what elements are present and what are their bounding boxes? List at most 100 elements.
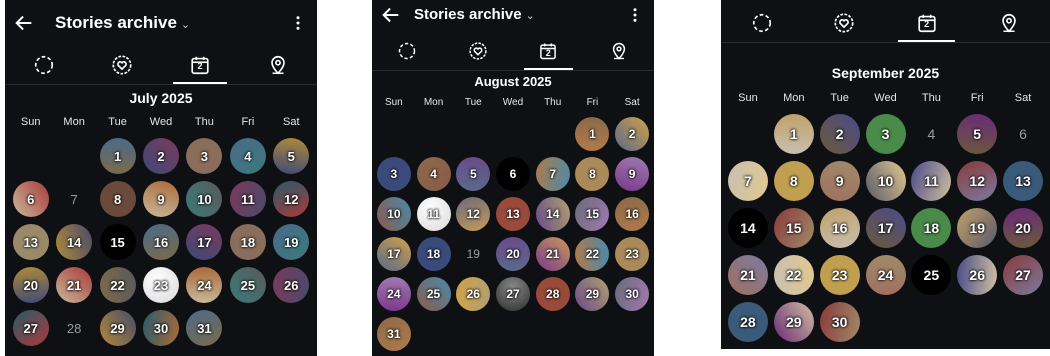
story-day[interactable]: 5 xyxy=(273,138,310,174)
story-day[interactable]: 8 xyxy=(773,161,814,201)
story-day[interactable]: 19 xyxy=(957,208,998,248)
story-day[interactable]: 25 xyxy=(416,277,451,311)
story-day[interactable]: 13 xyxy=(12,224,49,260)
story-day[interactable]: 6 xyxy=(12,181,49,217)
story-day[interactable]: 9 xyxy=(143,181,179,217)
story-day[interactable]: 26 xyxy=(273,267,310,303)
story-day[interactable]: 12 xyxy=(456,197,491,231)
story-day[interactable]: 1 xyxy=(773,114,814,154)
story-day[interactable]: 1 xyxy=(99,138,136,174)
back-button[interactable] xyxy=(380,4,402,32)
story-day[interactable]: 1 xyxy=(575,117,610,151)
tab-location-pin[interactable] xyxy=(968,4,1050,42)
story-day[interactable]: 5 xyxy=(957,114,998,154)
story-day[interactable]: 16 xyxy=(143,224,179,260)
story-day[interactable]: 20 xyxy=(1003,208,1044,248)
story-day[interactable]: 11 xyxy=(229,181,266,217)
story-day[interactable]: 23 xyxy=(819,255,860,295)
tab-location-pin[interactable] xyxy=(584,32,655,70)
tab-loading-circle[interactable] xyxy=(721,4,803,42)
page-title[interactable]: Stories archive ⌄ xyxy=(414,6,535,23)
more-options-button[interactable] xyxy=(626,6,644,29)
story-day[interactable]: 12 xyxy=(957,161,998,201)
story-day[interactable]: 27 xyxy=(496,277,530,311)
story-day[interactable]: 4 xyxy=(416,157,451,191)
story-day[interactable]: 18 xyxy=(416,237,451,271)
story-day[interactable]: 12 xyxy=(273,181,310,217)
story-day[interactable]: 28 xyxy=(727,302,768,342)
story-day[interactable]: 27 xyxy=(1003,255,1044,295)
story-day[interactable]: 26 xyxy=(957,255,998,295)
story-day[interactable]: 15 xyxy=(575,197,610,231)
story-day[interactable]: 2 xyxy=(615,117,650,151)
story-day[interactable]: 8 xyxy=(575,157,610,191)
story-day[interactable]: 4 xyxy=(229,138,266,174)
tab-calendar[interactable]: 2 xyxy=(886,4,968,42)
story-day[interactable]: 21 xyxy=(535,237,570,271)
story-day[interactable]: 24 xyxy=(865,255,906,295)
story-day[interactable]: 7 xyxy=(727,161,768,201)
story-day[interactable]: 10 xyxy=(865,161,906,201)
back-button[interactable] xyxy=(13,12,35,40)
page-title[interactable]: Stories archive ⌄ xyxy=(55,13,190,33)
story-day[interactable]: 29 xyxy=(99,310,136,346)
story-day[interactable]: 18 xyxy=(911,208,952,248)
story-day[interactable]: 24 xyxy=(376,277,411,311)
story-day[interactable]: 23 xyxy=(143,267,179,303)
story-day[interactable]: 31 xyxy=(376,317,411,351)
story-day[interactable]: 29 xyxy=(773,302,814,342)
story-day[interactable]: 24 xyxy=(186,267,223,303)
story-day[interactable]: 19 xyxy=(273,224,310,260)
story-day[interactable]: 21 xyxy=(56,267,93,303)
story-day[interactable]: 11 xyxy=(911,161,952,201)
story-day[interactable]: 25 xyxy=(229,267,266,303)
story-day[interactable]: 16 xyxy=(615,197,650,231)
story-day[interactable]: 10 xyxy=(376,197,411,231)
story-day[interactable]: 21 xyxy=(727,255,768,295)
story-day[interactable]: 26 xyxy=(456,277,491,311)
tab-loading-circle[interactable] xyxy=(372,32,443,70)
story-day[interactable]: 2 xyxy=(819,114,860,154)
story-day[interactable]: 13 xyxy=(1003,161,1044,201)
story-day[interactable]: 10 xyxy=(186,181,223,217)
tab-heart-circle[interactable] xyxy=(443,32,514,70)
story-day[interactable]: 7 xyxy=(535,157,570,191)
story-day[interactable]: 29 xyxy=(575,277,610,311)
story-day[interactable]: 31 xyxy=(186,310,223,346)
more-options-button[interactable] xyxy=(289,14,307,37)
story-day[interactable]: 5 xyxy=(456,157,491,191)
story-day[interactable]: 16 xyxy=(819,208,860,248)
story-day[interactable]: 28 xyxy=(535,277,570,311)
story-day[interactable]: 22 xyxy=(99,267,136,303)
story-day[interactable]: 14 xyxy=(727,208,768,248)
tab-loading-circle[interactable] xyxy=(5,46,83,84)
story-day[interactable]: 2 xyxy=(143,138,179,174)
story-day[interactable]: 15 xyxy=(99,224,136,260)
story-day[interactable]: 30 xyxy=(615,277,650,311)
story-day[interactable]: 30 xyxy=(143,310,179,346)
story-day[interactable]: 20 xyxy=(12,267,49,303)
tab-heart-circle[interactable] xyxy=(803,4,885,42)
story-day[interactable]: 3 xyxy=(865,114,906,154)
tab-calendar[interactable]: 2 xyxy=(513,32,584,70)
story-day[interactable]: 9 xyxy=(615,157,650,191)
story-day[interactable]: 17 xyxy=(376,237,411,271)
story-day[interactable]: 20 xyxy=(496,237,530,271)
story-day[interactable]: 8 xyxy=(99,181,136,217)
story-day[interactable]: 23 xyxy=(615,237,650,271)
story-day[interactable]: 27 xyxy=(12,310,49,346)
story-day[interactable]: 25 xyxy=(911,255,952,295)
story-day[interactable]: 22 xyxy=(575,237,610,271)
story-day[interactable]: 18 xyxy=(229,224,266,260)
story-day[interactable]: 11 xyxy=(416,197,451,231)
story-day[interactable]: 22 xyxy=(773,255,814,295)
story-day[interactable]: 6 xyxy=(496,157,530,191)
story-day[interactable]: 3 xyxy=(376,157,411,191)
story-day[interactable]: 15 xyxy=(773,208,814,248)
story-day[interactable]: 30 xyxy=(819,302,860,342)
story-day[interactable]: 17 xyxy=(186,224,223,260)
story-day[interactable]: 14 xyxy=(535,197,570,231)
story-day[interactable]: 9 xyxy=(819,161,860,201)
tab-location-pin[interactable] xyxy=(239,46,317,84)
story-day[interactable]: 3 xyxy=(186,138,223,174)
